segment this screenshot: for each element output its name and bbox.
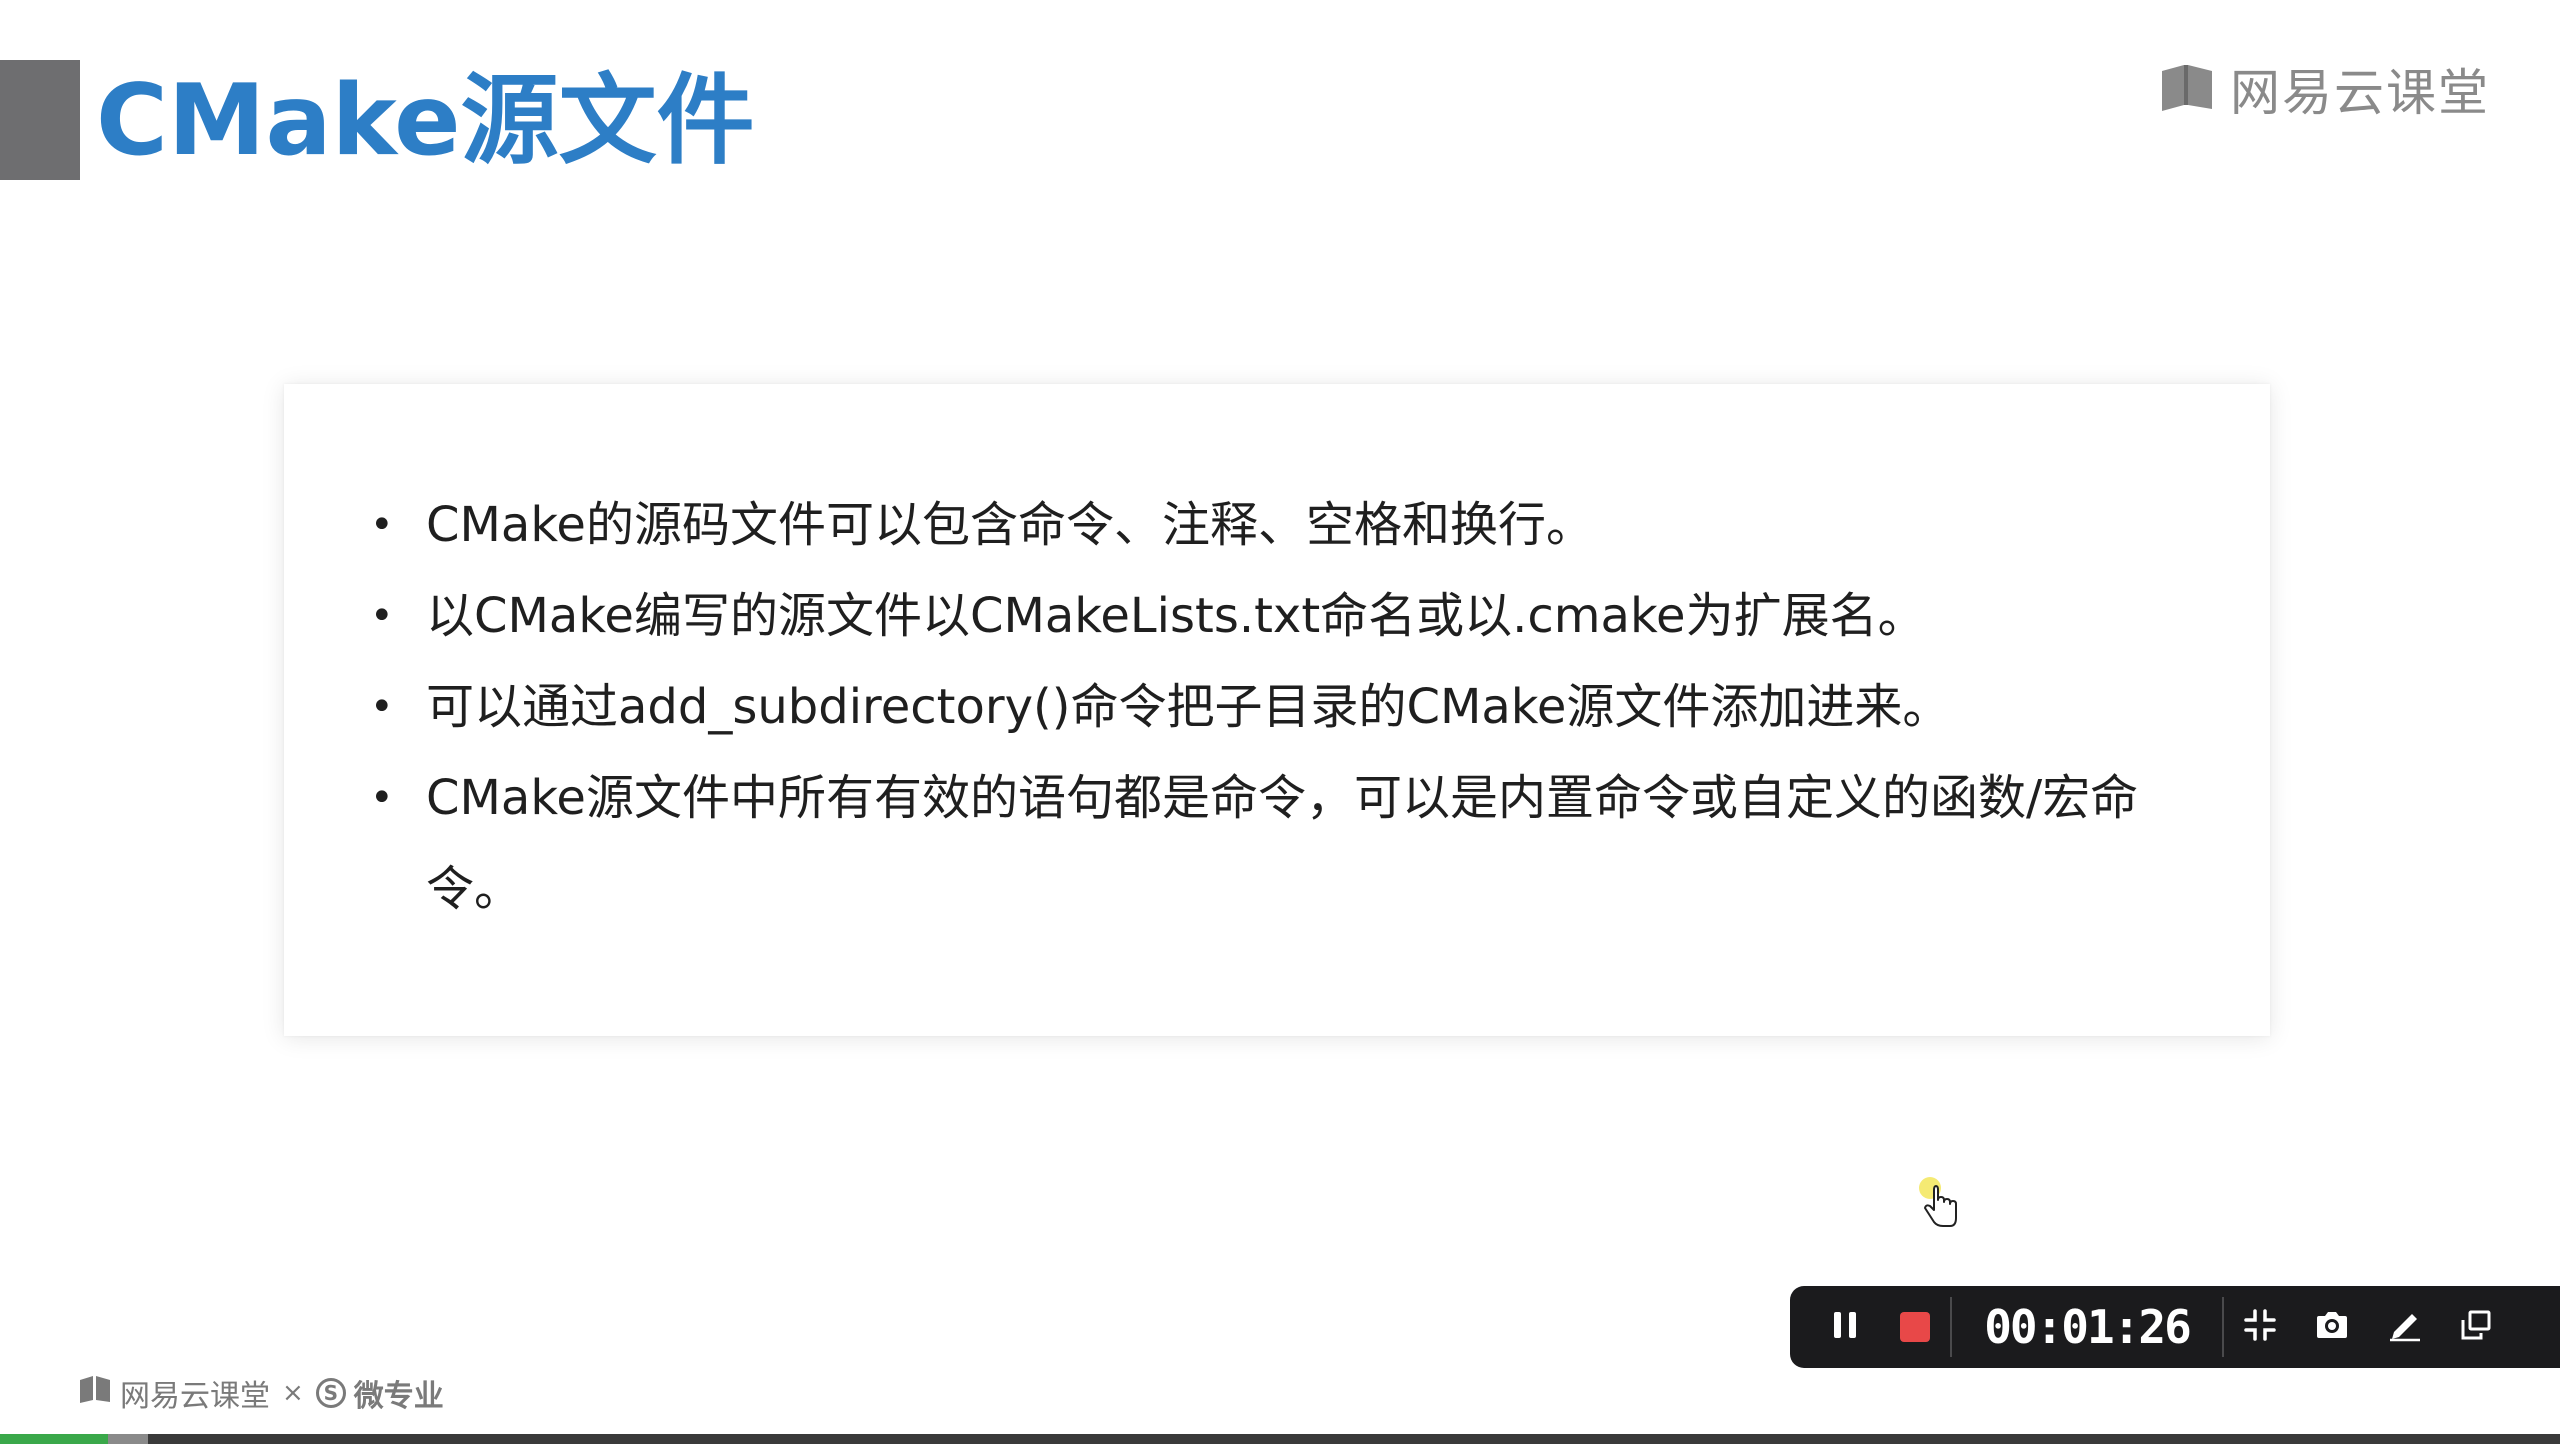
annotate-button[interactable] <box>2368 1286 2440 1368</box>
stop-icon <box>1900 1312 1930 1342</box>
bullet-dot-icon: • <box>370 502 394 548</box>
collapse-icon <box>2243 1308 2277 1346</box>
brand-logo-top: 网易云课堂 <box>2158 54 2490 124</box>
camera-icon <box>2314 1309 2350 1345</box>
bullet-dot-icon: • <box>370 775 394 821</box>
slide-title: CMake源文件 <box>96 64 755 178</box>
bullet-text: CMake的源码文件可以包含命令、注释、空格和换行。 <box>426 497 1594 553</box>
collapse-button[interactable] <box>2224 1286 2296 1368</box>
bullet-list: • CMake的源码文件可以包含命令、注释、空格和换行。 • 以CMake编写的… <box>356 480 2216 935</box>
slide-page: CMake源文件 网易云课堂 • CMake的源码文件可以包含命令、注释、空格和… <box>0 0 2560 1444</box>
book-icon <box>2158 61 2216 117</box>
window-icon <box>2459 1308 2493 1346</box>
brand-text: 网易云课堂 <box>2230 64 2490 122</box>
hand-cursor-icon <box>1916 1176 1966 1232</box>
list-item: • 以CMake编写的源文件以CMakeLists.txt命名或以.cmake为… <box>356 571 2216 662</box>
screenshot-button[interactable] <box>2296 1286 2368 1368</box>
footer-brand-text: 网易云课堂 <box>120 1379 270 1414</box>
book-icon <box>78 1374 112 1412</box>
bullet-dot-icon: • <box>370 684 394 730</box>
bullet-text: CMake源文件中所有有效的语句都是命令，可以是内置命令或自定义的函数/宏命令。 <box>426 770 2139 917</box>
footer-partner-text: 微专业 <box>353 1379 444 1414</box>
bullet-text: 可以通过add_subdirectory()命令把子目录的CMake源文件添加进… <box>426 679 1951 735</box>
pen-icon <box>2386 1308 2422 1346</box>
bullet-dot-icon: • <box>370 593 394 639</box>
list-item: • 可以通过add_subdirectory()命令把子目录的CMake源文件添… <box>356 662 2216 753</box>
partner-logo-icon: S <box>315 1378 346 1408</box>
progress-buffered <box>107 1434 149 1444</box>
footer-separator: × <box>282 1378 304 1408</box>
pause-icon <box>1830 1310 1860 1344</box>
list-item: • CMake源文件中所有有效的语句都是命令，可以是内置命令或自定义的函数/宏命… <box>356 753 2216 935</box>
screen-recorder-toolbar: 00:01:26 <box>1790 1286 2560 1368</box>
list-item: • CMake的源码文件可以包含命令、注释、空格和换行。 <box>356 480 2216 571</box>
content-card: • CMake的源码文件可以包含命令、注释、空格和换行。 • 以CMake编写的… <box>284 384 2270 1036</box>
footer-brand: 网易云课堂 × S 微专业 <box>78 1372 444 1414</box>
video-progress-bar[interactable] <box>0 1434 2560 1444</box>
stop-button[interactable] <box>1880 1286 1950 1368</box>
progress-played <box>0 1434 108 1444</box>
pause-button[interactable] <box>1810 1286 1880 1368</box>
window-mode-button[interactable] <box>2440 1286 2512 1368</box>
title-accent-bar <box>0 60 80 180</box>
recording-timer: 00:01:26 <box>1984 1300 2192 1354</box>
bullet-text: 以CMake编写的源文件以CMakeLists.txt命名或以.cmake为扩展… <box>426 588 1926 644</box>
